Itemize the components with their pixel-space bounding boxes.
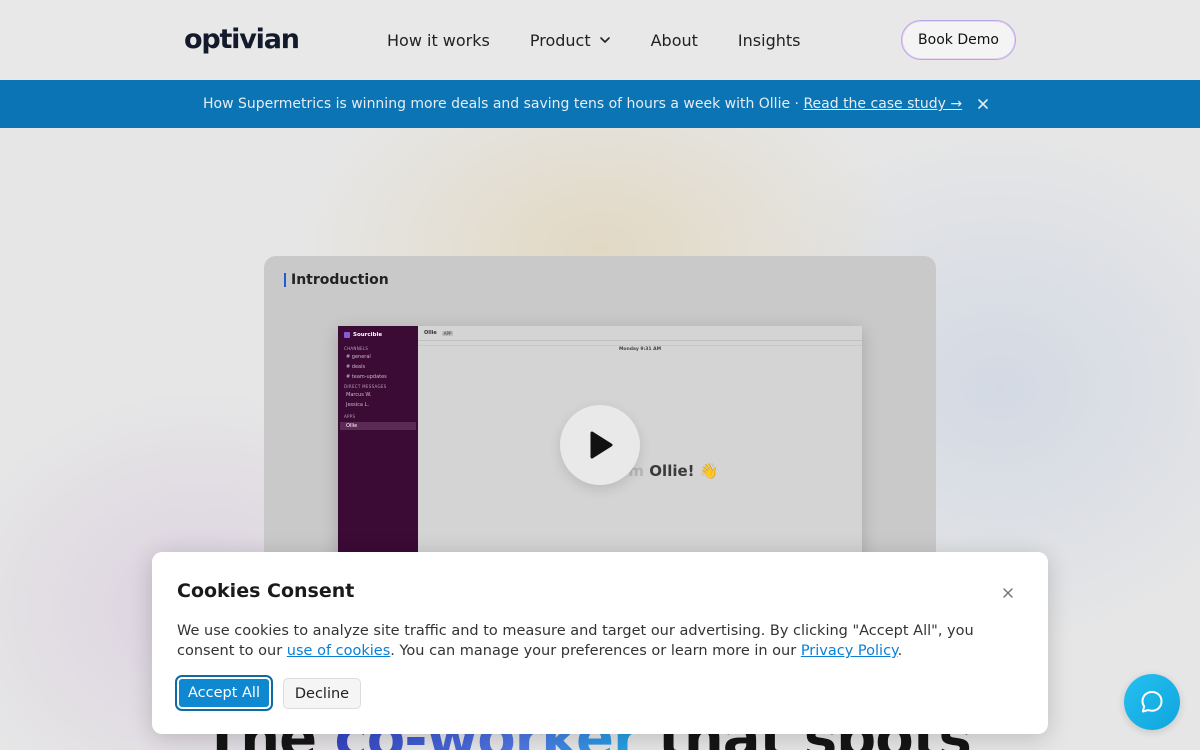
nav-insights-label: Insights — [737, 30, 801, 50]
site-header: optivian How it works Product About Insi… — [0, 0, 1200, 80]
play-icon — [590, 431, 613, 459]
close-icon[interactable] — [1001, 586, 1015, 600]
mock-date-label: Monday 9:31 AM — [618, 347, 662, 352]
banner-message: How Supermetrics is winning more deals a… — [203, 96, 962, 112]
brand-logo[interactable]: optivian — [184, 24, 300, 55]
chevron-down-icon — [599, 37, 610, 43]
case-study-link[interactable]: Read the case study → — [803, 96, 962, 112]
video-title: Introduction — [284, 272, 389, 288]
play-button[interactable] — [560, 405, 640, 485]
nav-product-label: Product — [529, 30, 591, 50]
decline-button[interactable]: Decline — [283, 678, 361, 709]
video-title-text: Introduction — [291, 272, 389, 288]
mock-top-name: Ollie — [424, 330, 437, 336]
use-of-cookies-link[interactable]: use of cookies — [287, 643, 390, 659]
close-icon[interactable] — [976, 97, 990, 111]
mock-workspace-name: Sourcible — [353, 332, 383, 338]
book-demo-button[interactable]: Book Demo — [901, 20, 1016, 60]
workspace-icon — [344, 332, 350, 338]
cookie-consent-dialog: Cookies Consent We use cookies to analyz… — [152, 552, 1048, 734]
nav-product[interactable]: Product — [530, 31, 611, 50]
mock-dm: Jessica L. — [346, 402, 369, 408]
mock-section-apps: APPS — [344, 414, 356, 419]
nav-about-label: About — [650, 30, 698, 50]
mock-channel: # deals — [346, 364, 366, 370]
mock-app-badge: APP — [441, 330, 454, 336]
title-accent-bar — [284, 273, 286, 287]
divider — [418, 345, 862, 346]
nav-about[interactable]: About — [651, 31, 698, 50]
mock-greeting-bold: Ollie! 👋 — [649, 462, 719, 480]
mock-section-dms: DIRECT MESSAGES — [344, 384, 387, 389]
mock-channel: # team-updates — [346, 374, 387, 380]
mock-channel: # general — [346, 354, 371, 360]
cookie-title: Cookies Consent — [177, 580, 355, 602]
mock-dm: Marcus W. — [346, 392, 372, 398]
banner-text: How Supermetrics is winning more deals a… — [203, 96, 804, 112]
nav-how-it-works-label: How it works — [387, 30, 490, 50]
accept-all-button[interactable]: Accept All — [175, 675, 273, 711]
cookie-description: We use cookies to analyze site traffic a… — [177, 621, 1007, 661]
mock-app: Ollie — [340, 422, 416, 430]
mock-section-channels: CHANNELS — [344, 346, 369, 351]
privacy-policy-link[interactable]: Privacy Policy — [801, 643, 898, 659]
mock-workspace: Sourcible — [344, 332, 412, 338]
main-nav: How it works Product About Insights — [387, 0, 840, 80]
cookie-text-3: . — [897, 643, 903, 659]
cookie-text-2: . You can manage your preferences or lea… — [390, 643, 801, 659]
nav-how-it-works[interactable]: How it works — [387, 31, 490, 50]
mock-topbar: Ollie APP — [424, 330, 454, 336]
divider — [418, 340, 862, 341]
nav-insights[interactable]: Insights — [738, 31, 801, 50]
mock-sidebar: Sourcible CHANNELS # general # deals # t… — [338, 326, 418, 566]
chat-launcher-button[interactable] — [1124, 674, 1180, 730]
announcement-banner: How Supermetrics is winning more deals a… — [0, 80, 1200, 128]
chat-bubble-icon — [1141, 691, 1163, 713]
